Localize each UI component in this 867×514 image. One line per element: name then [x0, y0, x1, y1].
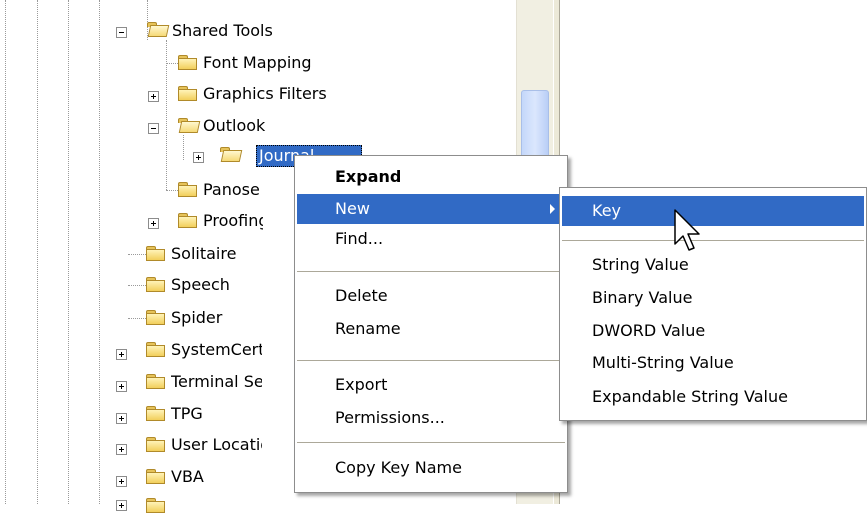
expand-toggle-icon[interactable]	[116, 413, 127, 424]
submenu-item-multi-string-value[interactable]: Multi-String Value	[562, 348, 864, 378]
submenu-item-dword-value[interactable]: DWORD Value	[562, 316, 864, 346]
submenu-item-key[interactable]: Key	[562, 196, 864, 226]
folder-icon	[178, 182, 198, 198]
tree-connector	[166, 63, 178, 64]
tree-connector	[166, 190, 178, 191]
expand-toggle-icon[interactable]	[148, 91, 159, 102]
expand-toggle-icon[interactable]	[116, 381, 127, 392]
folder-icon	[146, 498, 166, 514]
tree-guide-line	[99, 0, 100, 504]
submenu-item-expandable-string-value[interactable]: Expandable String Value	[562, 382, 864, 412]
tree-guide-line	[183, 135, 184, 160]
menu-item-rename[interactable]: Rename	[297, 314, 565, 344]
folder-icon	[146, 277, 166, 293]
collapse-toggle-icon[interactable]	[148, 123, 159, 134]
folder-icon	[146, 246, 166, 262]
submenu-item-binary-value[interactable]: Binary Value	[562, 283, 864, 313]
menu-item-new-label: New	[335, 199, 370, 218]
menu-separator	[297, 271, 565, 272]
collapse-toggle-icon[interactable]	[116, 27, 127, 38]
expand-toggle-icon[interactable]	[148, 218, 159, 229]
tree-item-tpg[interactable]: TPG	[171, 404, 203, 424]
tree-item-graphics-filters[interactable]: Graphics Filters	[203, 84, 327, 104]
tree-item-panose[interactable]: Panose	[203, 180, 260, 200]
menu-item-permissions[interactable]: Permissions...	[297, 403, 565, 433]
tree-item-spider[interactable]: Spider	[171, 308, 222, 328]
tree-connector	[128, 254, 146, 255]
expand-toggle-icon[interactable]	[116, 349, 127, 360]
folder-icon	[146, 374, 166, 390]
folder-icon	[146, 406, 166, 422]
tree-connector	[128, 318, 146, 319]
expand-toggle-icon[interactable]	[116, 444, 127, 455]
tree-item-systemcertificates[interactable]: SystemCertifica	[171, 340, 262, 360]
tree-connector	[128, 285, 146, 286]
menu-item-delete[interactable]: Delete	[297, 281, 565, 311]
folder-icon	[146, 437, 166, 453]
tree-item-vba[interactable]: VBA	[171, 467, 204, 487]
open-folder-icon	[178, 118, 201, 134]
expand-toggle-icon[interactable]	[116, 500, 127, 511]
tree-item-terminal-server[interactable]: Terminal Serve	[171, 372, 262, 392]
mouse-pointer-icon	[674, 209, 700, 251]
menu-item-copy-key-name[interactable]: Copy Key Name	[297, 453, 565, 483]
submenu-arrow-icon	[550, 204, 555, 214]
tree-guide-line	[5, 0, 6, 504]
open-folder-icon	[147, 22, 170, 38]
menu-separator	[297, 360, 565, 361]
folder-icon	[178, 213, 198, 229]
submenu-item-string-value[interactable]: String Value	[562, 250, 864, 280]
tree-item-proofing-tools[interactable]: Proofing To	[203, 211, 263, 231]
tree-item-font-mapping[interactable]: Font Mapping	[203, 53, 312, 73]
folder-icon	[146, 310, 166, 326]
tree-item-user-location-service[interactable]: User Location S	[171, 435, 262, 455]
menu-separator	[297, 442, 565, 443]
menu-item-export[interactable]: Export	[297, 370, 565, 400]
expand-toggle-icon[interactable]	[116, 476, 127, 487]
folder-icon	[178, 86, 198, 102]
menu-separator	[562, 240, 864, 241]
tree-item-shared-tools[interactable]: Shared Tools	[172, 21, 273, 41]
new-submenu: Key String Value Binary Value DWORD Valu…	[559, 187, 867, 421]
menu-item-new[interactable]: New	[297, 194, 565, 224]
tree-item-outlook[interactable]: Outlook	[203, 116, 265, 136]
folder-icon	[146, 469, 166, 485]
folder-icon	[146, 342, 166, 358]
open-folder-icon	[220, 147, 243, 163]
tree-item-solitaire[interactable]: Solitaire	[171, 244, 236, 264]
expand-toggle-icon[interactable]	[193, 152, 204, 163]
menu-item-expand[interactable]: Expand	[297, 162, 565, 192]
menu-item-find[interactable]: Find...	[297, 224, 565, 254]
folder-icon	[178, 55, 198, 71]
context-menu: Expand New Find... Delete Rename Export …	[294, 155, 568, 493]
tree-guide-line	[37, 0, 38, 504]
tree-guide-line	[68, 0, 69, 504]
tree-item-speech[interactable]: Speech	[171, 275, 230, 295]
